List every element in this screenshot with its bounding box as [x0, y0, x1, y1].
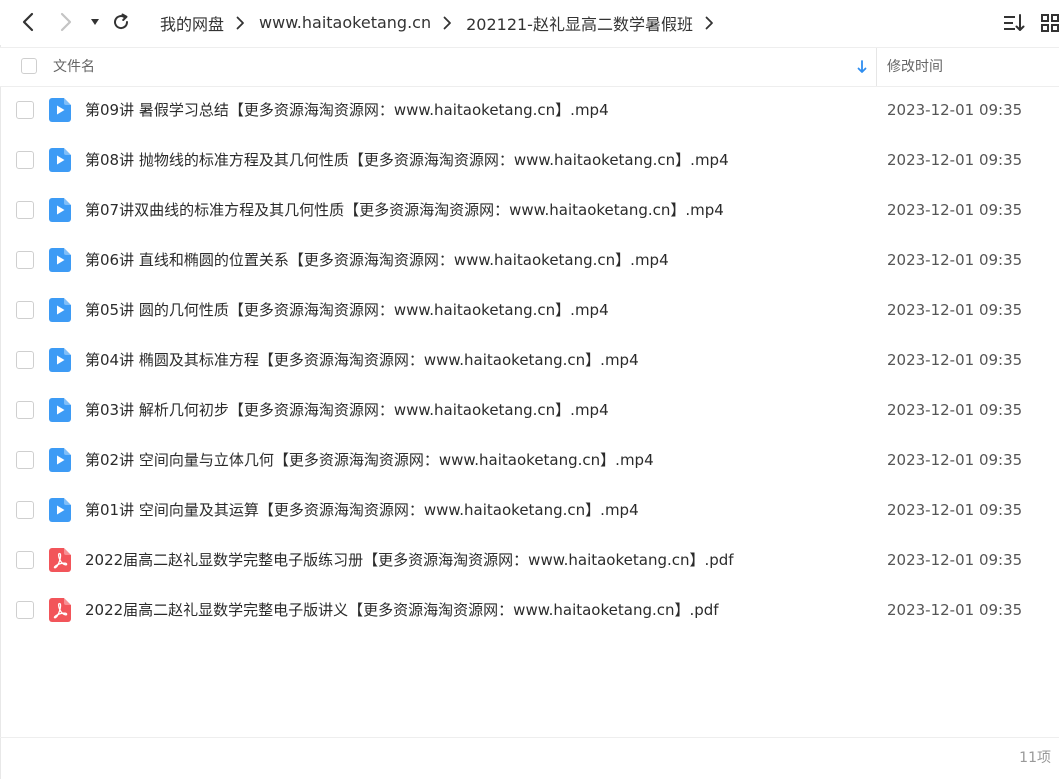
video-file-icon [49, 248, 71, 272]
chevron-right-icon [60, 12, 72, 32]
file-modified-time: 2023-12-01 09:35 [887, 451, 1023, 469]
file-row[interactable]: 第07讲双曲线的标准方程及其几何性质【更多资源海淘资源网：www.haitaok… [0, 185, 1059, 235]
chevron-right-icon [443, 16, 452, 30]
chevron-right-icon [236, 16, 245, 30]
sort-list-icon [1004, 14, 1025, 31]
file-checkbox[interactable] [16, 101, 34, 119]
video-file-icon [49, 148, 71, 172]
file-row[interactable]: 第04讲 椭圆及其标准方程【更多资源海淘资源网：www.haitaoketang… [0, 335, 1059, 385]
file-row[interactable]: 2022届高二赵礼显数学完整电子版讲义【更多资源海淘资源网：www.haitao… [0, 585, 1059, 635]
sort-down-arrow-icon[interactable] [857, 59, 867, 78]
file-name[interactable]: 第03讲 解析几何初步【更多资源海淘资源网：www.haitaoketang.c… [85, 385, 609, 435]
file-name[interactable]: 第09讲 暑假学习总结【更多资源海淘资源网：www.haitaoketang.c… [85, 85, 609, 135]
video-file-icon [49, 348, 71, 372]
file-modified-time: 2023-12-01 09:35 [887, 551, 1023, 569]
refresh-icon [114, 13, 129, 30]
back-button[interactable] [16, 10, 40, 34]
file-row[interactable]: 第09讲 暑假学习总结【更多资源海淘资源网：www.haitaoketang.c… [0, 85, 1059, 135]
breadcrumb: 我的网盘 www.haitaoketang.cn 202121-赵礼显高二数学暑… [160, 0, 728, 45]
file-name[interactable]: 第01讲 空间向量及其运算【更多资源海淘资源网：www.haitaoketang… [85, 485, 639, 535]
grid-view-button[interactable] [1039, 12, 1059, 34]
column-header-modified[interactable]: 修改时间 [887, 48, 943, 86]
file-row[interactable]: 第06讲 直线和椭圆的位置关系【更多资源海淘资源网：www.haitaoketa… [0, 235, 1059, 285]
file-row[interactable]: 2022届高二赵礼显数学完整电子版练习册【更多资源海淘资源网：www.haita… [0, 535, 1059, 585]
file-checkbox[interactable] [16, 451, 34, 469]
video-file-icon [49, 298, 71, 322]
breadcrumb-item-current[interactable]: 202121-赵礼显高二数学暑假班 [466, 11, 693, 35]
file-row[interactable]: 第03讲 解析几何初步【更多资源海淘资源网：www.haitaoketang.c… [0, 385, 1059, 435]
item-count: 11项 [1019, 750, 1051, 766]
breadcrumb-item-folder[interactable]: www.haitaoketang.cn [259, 13, 431, 32]
file-checkbox[interactable] [16, 401, 34, 419]
file-checkbox[interactable] [16, 351, 34, 369]
forward-button[interactable] [54, 10, 78, 34]
file-modified-time: 2023-12-01 09:35 [887, 401, 1023, 419]
file-name[interactable]: 第08讲 抛物线的标准方程及其几何性质【更多资源海淘资源网：www.haitao… [85, 135, 729, 185]
file-checkbox[interactable] [16, 151, 34, 169]
history-dropdown-button[interactable] [83, 10, 107, 34]
file-list: 第09讲 暑假学习总结【更多资源海淘资源网：www.haitaoketang.c… [0, 85, 1059, 635]
view-tools [1003, 10, 1059, 36]
chevron-left-icon [22, 12, 34, 32]
file-modified-time: 2023-12-01 09:35 [887, 101, 1023, 119]
video-file-icon [49, 98, 71, 122]
pdf-file-icon [49, 598, 71, 622]
column-header-name[interactable]: 文件名 [53, 48, 95, 86]
video-file-icon [49, 498, 71, 522]
footer-divider [0, 737, 1059, 738]
pdf-file-icon [49, 548, 71, 572]
file-name[interactable]: 2022届高二赵礼显数学完整电子版讲义【更多资源海淘资源网：www.haitao… [85, 585, 719, 635]
file-row[interactable]: 第01讲 空间向量及其运算【更多资源海淘资源网：www.haitaoketang… [0, 485, 1059, 535]
chevron-right-icon [705, 16, 714, 30]
column-header: 文件名 修改时间 [0, 47, 1059, 87]
file-modified-time: 2023-12-01 09:35 [887, 201, 1023, 219]
file-checkbox[interactable] [16, 601, 34, 619]
file-row[interactable]: 第02讲 空间向量与立体几何【更多资源海淘资源网：www.haitaoketan… [0, 435, 1059, 485]
file-modified-time: 2023-12-01 09:35 [887, 351, 1023, 369]
file-modified-time: 2023-12-01 09:35 [887, 301, 1023, 319]
file-name[interactable]: 2022届高二赵礼显数学完整电子版练习册【更多资源海淘资源网：www.haita… [85, 535, 734, 585]
file-row[interactable]: 第08讲 抛物线的标准方程及其几何性质【更多资源海淘资源网：www.haitao… [0, 135, 1059, 185]
file-checkbox[interactable] [16, 501, 34, 519]
grid-view-icon [1041, 14, 1059, 32]
video-file-icon [49, 398, 71, 422]
file-modified-time: 2023-12-01 09:35 [887, 251, 1023, 269]
select-all-checkbox[interactable] [21, 58, 37, 74]
column-divider[interactable] [876, 48, 877, 86]
file-name[interactable]: 第02讲 空间向量与立体几何【更多资源海淘资源网：www.haitaoketan… [85, 435, 654, 485]
file-row[interactable]: 第05讲 圆的几何性质【更多资源海淘资源网：www.haitaoketang.c… [0, 285, 1059, 335]
video-file-icon [49, 198, 71, 222]
file-name[interactable]: 第06讲 直线和椭圆的位置关系【更多资源海淘资源网：www.haitaoketa… [85, 235, 669, 285]
sort-button[interactable] [1003, 12, 1025, 34]
file-checkbox[interactable] [16, 301, 34, 319]
file-checkbox[interactable] [16, 251, 34, 269]
file-name[interactable]: 第07讲双曲线的标准方程及其几何性质【更多资源海淘资源网：www.haitaok… [85, 185, 724, 235]
video-file-icon [49, 448, 71, 472]
file-checkbox[interactable] [16, 551, 34, 569]
file-modified-time: 2023-12-01 09:35 [887, 151, 1023, 169]
file-name[interactable]: 第05讲 圆的几何性质【更多资源海淘资源网：www.haitaoketang.c… [85, 285, 609, 335]
refresh-button[interactable] [109, 10, 133, 34]
file-name[interactable]: 第04讲 椭圆及其标准方程【更多资源海淘资源网：www.haitaoketang… [85, 335, 639, 385]
caret-down-icon [91, 19, 99, 25]
breadcrumb-item-root[interactable]: 我的网盘 [160, 11, 224, 35]
file-checkbox[interactable] [16, 201, 34, 219]
file-modified-time: 2023-12-01 09:35 [887, 501, 1023, 519]
toolbar: 我的网盘 www.haitaoketang.cn 202121-赵礼显高二数学暑… [0, 0, 1059, 45]
file-modified-time: 2023-12-01 09:35 [887, 601, 1023, 619]
